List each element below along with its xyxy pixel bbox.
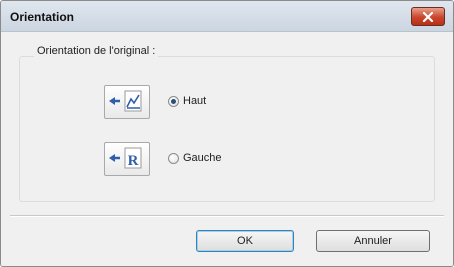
cancel-button[interactable]: Annuler	[316, 230, 430, 252]
window-title: Orientation	[10, 10, 75, 24]
svg-text:R: R	[128, 153, 139, 169]
portrait-top-orientation-icon	[109, 90, 142, 112]
orientation-dialog: Orientation Orientation de l'original : …	[0, 0, 454, 267]
option-gauche[interactable]: Gauche	[168, 152, 222, 164]
separator	[10, 215, 444, 217]
orientation-top-preview[interactable]	[104, 85, 150, 119]
ok-button[interactable]: OK	[196, 230, 294, 252]
radio-gauche[interactable]	[168, 152, 179, 164]
landscape-left-orientation-icon: R	[109, 147, 142, 169]
radio-haut[interactable]	[168, 95, 179, 107]
orientation-group	[19, 56, 435, 202]
radio-gauche-label: Gauche	[183, 152, 222, 164]
option-haut[interactable]: Haut	[168, 95, 206, 107]
close-button[interactable]	[411, 7, 445, 26]
close-icon	[422, 11, 434, 22]
radio-haut-label: Haut	[183, 95, 207, 107]
orientation-left-preview[interactable]: R	[104, 142, 150, 176]
title-bar[interactable]: Orientation	[1, 1, 453, 32]
group-label: Orientation de l'original :	[34, 45, 159, 57]
